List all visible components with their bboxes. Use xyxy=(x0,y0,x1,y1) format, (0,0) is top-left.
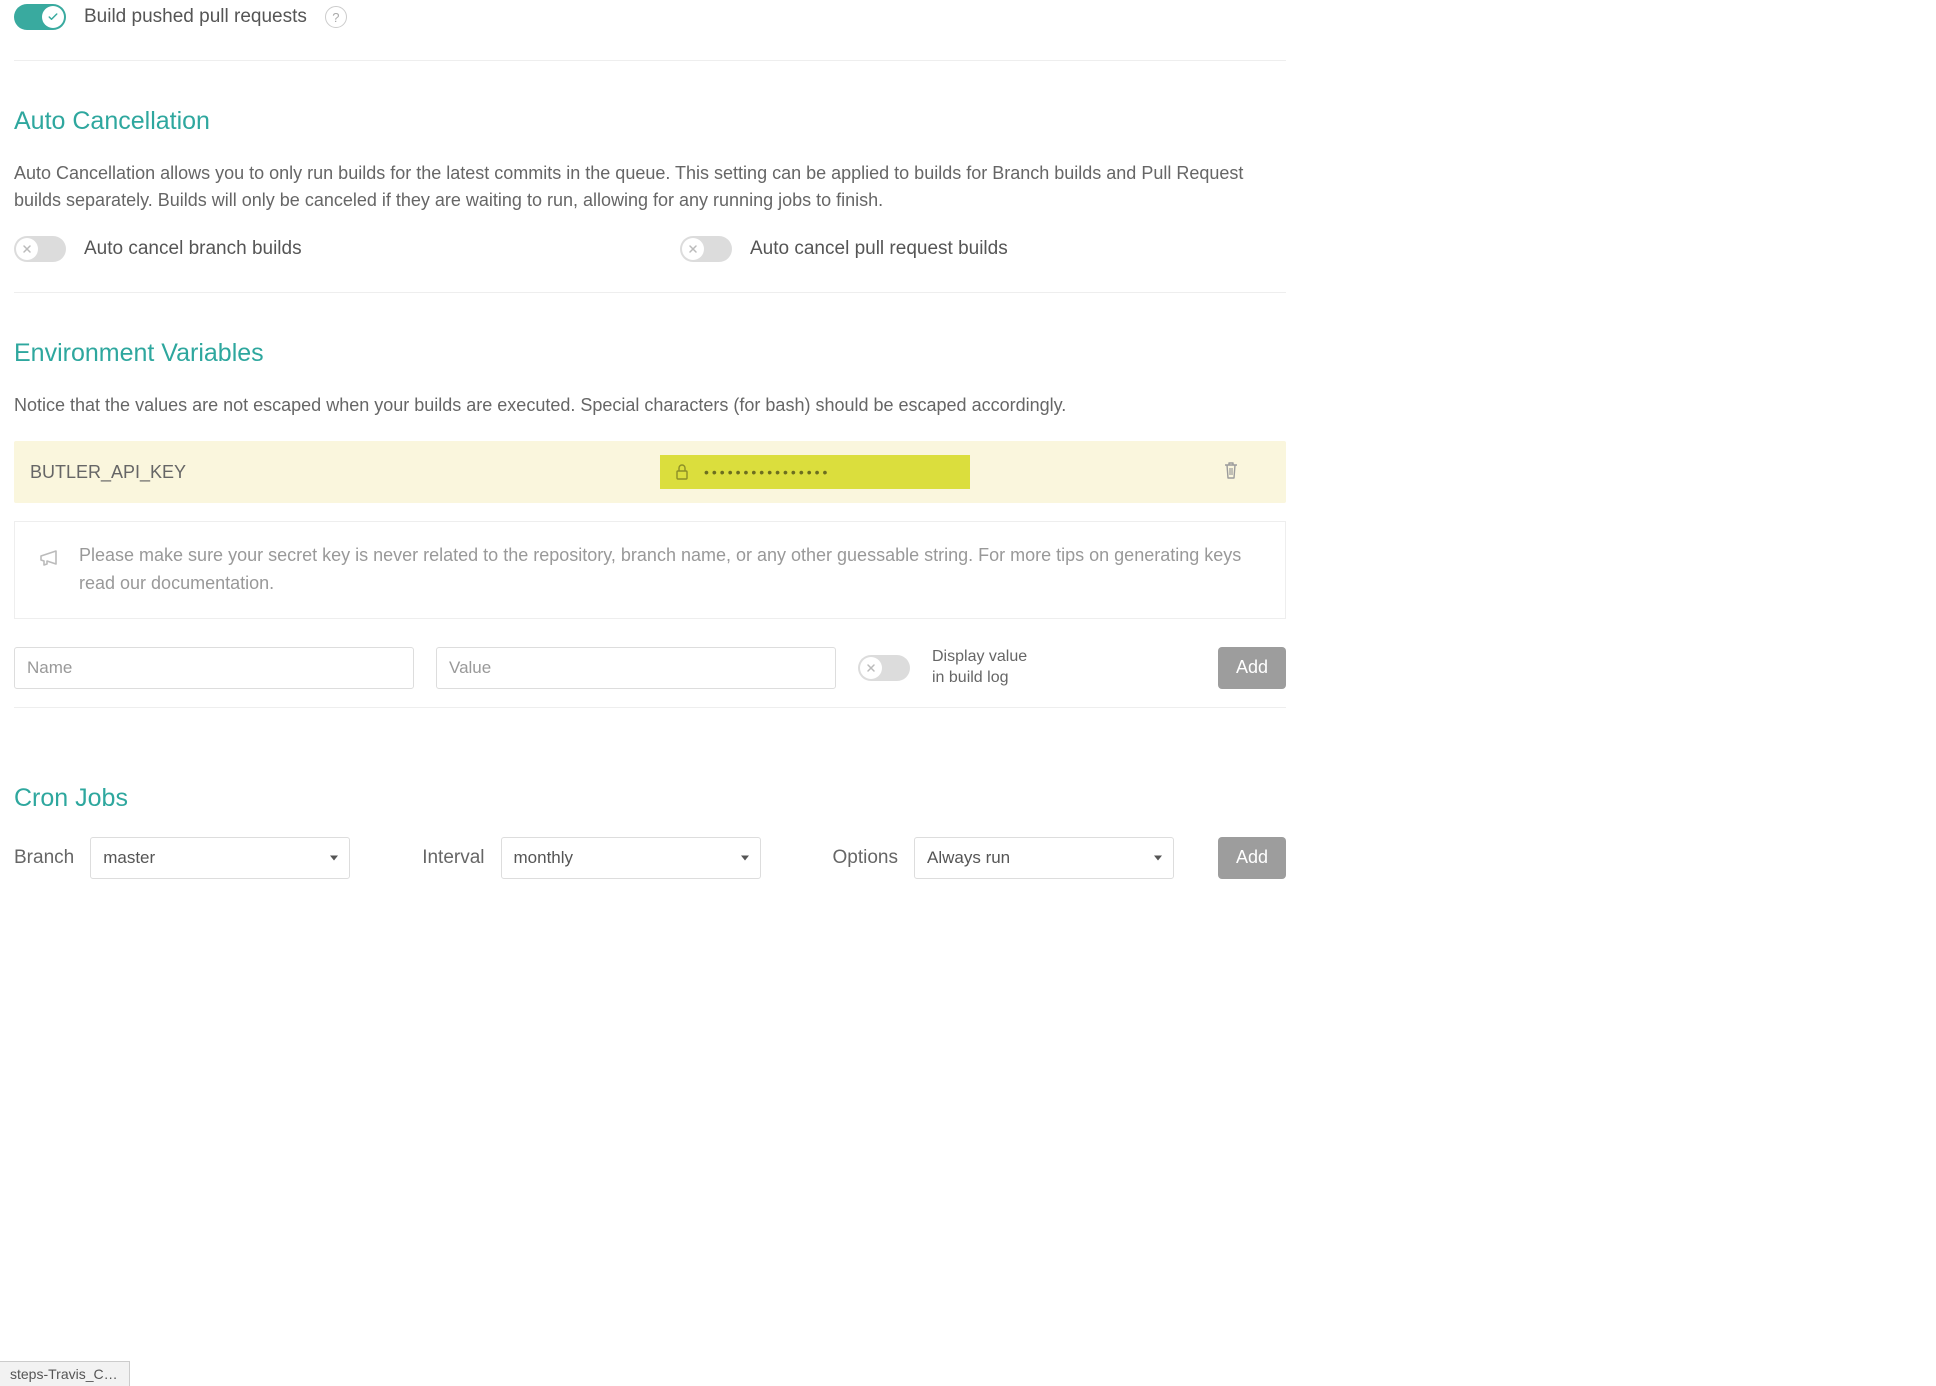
x-icon xyxy=(865,662,877,674)
cron-interval-select[interactable]: monthly xyxy=(501,837,761,879)
env-vars-heading: Environment Variables xyxy=(14,339,1286,368)
toggle-auto-cancel-branch[interactable] xyxy=(14,236,66,262)
display-value-label: Display value in build log xyxy=(932,647,1042,689)
env-info-text: Please make sure your secret key is neve… xyxy=(79,542,1263,598)
env-name-input[interactable] xyxy=(14,647,414,689)
lock-icon xyxy=(674,463,690,481)
trash-icon xyxy=(1222,460,1240,480)
help-icon[interactable]: ? xyxy=(325,6,347,28)
add-env-var-button[interactable]: Add xyxy=(1218,647,1286,689)
x-icon xyxy=(21,243,33,255)
cron-options-select[interactable]: Always run xyxy=(914,837,1174,879)
env-var-row: BUTLER_API_KEY •••••••••••••••• xyxy=(14,441,1286,503)
toggle-build-pushed-pr[interactable] xyxy=(14,4,66,30)
x-icon xyxy=(687,243,699,255)
add-cron-job-button[interactable]: Add xyxy=(1218,837,1286,879)
env-var-name: BUTLER_API_KEY xyxy=(30,462,660,483)
toggle-auto-cancel-branch-label: Auto cancel branch builds xyxy=(84,238,302,260)
env-value-input[interactable] xyxy=(436,647,836,689)
megaphone-icon xyxy=(37,545,63,571)
cron-jobs-heading: Cron Jobs xyxy=(14,784,1286,813)
env-var-value: •••••••••••••••• xyxy=(660,455,970,489)
toggle-build-pushed-pr-label: Build pushed pull requests xyxy=(84,6,307,28)
check-icon xyxy=(47,11,59,23)
env-info-box: Please make sure your secret key is neve… xyxy=(14,521,1286,619)
env-var-masked: •••••••••••••••• xyxy=(704,464,830,480)
env-vars-description: Notice that the values are not escaped w… xyxy=(14,392,1286,419)
toggle-auto-cancel-pr[interactable] xyxy=(680,236,732,262)
toggle-display-value[interactable] xyxy=(858,655,910,681)
browser-tab[interactable]: steps-Travis_CI-... xyxy=(0,1361,130,1386)
cron-branch-label: Branch xyxy=(14,847,74,869)
cron-options-label: Options xyxy=(833,847,898,869)
delete-env-var-button[interactable] xyxy=(1222,460,1270,485)
auto-cancellation-heading: Auto Cancellation xyxy=(14,107,1286,136)
cron-interval-label: Interval xyxy=(422,847,484,869)
toggle-auto-cancel-pr-label: Auto cancel pull request builds xyxy=(750,238,1008,260)
auto-cancellation-description: Auto Cancellation allows you to only run… xyxy=(14,160,1286,214)
cron-branch-select[interactable]: master xyxy=(90,837,350,879)
